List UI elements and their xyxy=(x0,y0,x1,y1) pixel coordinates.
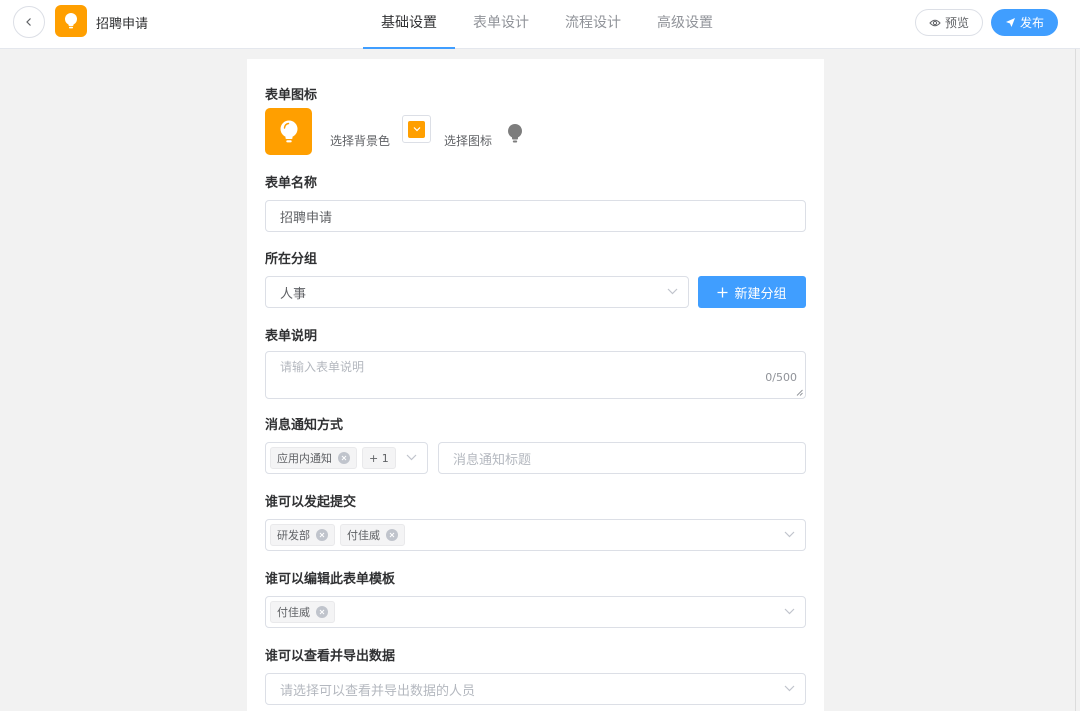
settings-panel: 表单图标 选择背景色 选择图标 表单名称 招聘申请 所在分组 人事 新建分组 表… xyxy=(247,59,824,711)
close-icon[interactable] xyxy=(386,529,398,541)
group-select[interactable]: 人事 xyxy=(265,276,689,308)
submitters-select[interactable]: 研发部 付佳威 xyxy=(265,519,806,551)
back-button[interactable] xyxy=(13,6,45,38)
new-group-button[interactable]: 新建分组 xyxy=(698,276,806,308)
tab-flow-design[interactable]: 流程设计 xyxy=(547,0,639,49)
char-counter: 0/500 xyxy=(765,371,797,384)
description-textarea[interactable]: 请输入表单说明 0/500 xyxy=(265,351,806,399)
publish-label: 发布 xyxy=(1019,16,1044,30)
notify-method-label: 消息通知方式 xyxy=(265,418,344,433)
tag-dept-rnd: 研发部 xyxy=(270,524,335,546)
chevron-down-icon xyxy=(784,531,795,538)
submitters-label: 谁可以发起提交 xyxy=(265,495,357,510)
chevron-down-icon xyxy=(784,608,795,615)
group-select-value: 人事 xyxy=(280,286,307,302)
resize-grip-icon[interactable] xyxy=(796,389,803,396)
lightbulb-icon xyxy=(65,13,77,29)
group-label: 所在分组 xyxy=(265,252,318,267)
tag-label: 付佳威 xyxy=(347,529,380,542)
publish-button[interactable]: 发布 xyxy=(991,9,1058,36)
bg-color-picker[interactable] xyxy=(402,115,431,143)
chevron-down-icon xyxy=(406,454,417,461)
form-icon-preview[interactable] xyxy=(265,108,312,155)
form-name-input[interactable]: 招聘申请 xyxy=(265,200,806,232)
close-icon[interactable] xyxy=(338,452,350,464)
form-icon-label: 表单图标 xyxy=(265,88,318,103)
tab-basic-settings[interactable]: 基础设置 xyxy=(363,0,455,49)
chevron-down-icon xyxy=(667,288,678,295)
plus-icon xyxy=(717,287,728,297)
viewers-placeholder: 请选择可以查看并导出数据的人员 xyxy=(280,683,476,699)
icon-picker[interactable] xyxy=(506,123,524,149)
bg-color-fill xyxy=(408,120,425,138)
app-icon xyxy=(55,5,87,37)
tag-label: 应用内通知 xyxy=(277,452,332,465)
viewers-select[interactable]: 请选择可以查看并导出数据的人员 xyxy=(265,673,806,705)
description-placeholder: 请输入表单说明 xyxy=(280,360,365,374)
chevron-left-icon xyxy=(26,18,31,26)
notify-title-input[interactable]: 消息通知标题 xyxy=(438,442,806,474)
description-label: 表单说明 xyxy=(265,329,318,344)
tag-more-count: + 1 xyxy=(362,447,396,469)
tag-label: 付佳威 xyxy=(277,606,310,619)
editors-select[interactable]: 付佳威 xyxy=(265,596,806,628)
close-icon[interactable] xyxy=(316,606,328,618)
notify-method-select[interactable]: 应用内通知 + 1 xyxy=(265,442,428,474)
app-title: 招聘申请 xyxy=(96,17,149,32)
preview-label: 预览 xyxy=(944,16,969,30)
tag-label: 研发部 xyxy=(277,529,310,542)
scrollbar-edge xyxy=(1075,49,1076,711)
close-icon[interactable] xyxy=(316,529,328,541)
tab-bar: 基础设置 表单设计 流程设计 高级设置 xyxy=(363,0,731,49)
lightbulb-icon xyxy=(280,120,297,142)
chevron-down-icon xyxy=(413,127,420,132)
select-icon-label: 选择图标 xyxy=(444,134,493,148)
top-header: 招聘申请 基础设置 表单设计 流程设计 高级设置 预览 发布 xyxy=(0,0,1080,49)
new-group-label: 新建分组 xyxy=(734,286,787,302)
tab-form-design[interactable]: 表单设计 xyxy=(455,0,547,49)
send-icon xyxy=(1005,18,1015,27)
chevron-down-icon xyxy=(784,685,795,692)
form-name-label: 表单名称 xyxy=(265,176,318,191)
tag-user: 付佳威 xyxy=(340,524,405,546)
tab-advanced-settings[interactable]: 高级设置 xyxy=(639,0,731,49)
editors-label: 谁可以编辑此表单模板 xyxy=(265,572,396,587)
lightbulb-icon xyxy=(508,124,522,143)
preview-button[interactable]: 预览 xyxy=(915,9,983,36)
tag-user: 付佳威 xyxy=(270,601,335,623)
viewers-label: 谁可以查看并导出数据 xyxy=(265,649,396,664)
tag-in-app-notify: 应用内通知 xyxy=(270,447,357,469)
eye-icon xyxy=(929,19,941,26)
select-bg-color-label: 选择背景色 xyxy=(330,134,391,148)
